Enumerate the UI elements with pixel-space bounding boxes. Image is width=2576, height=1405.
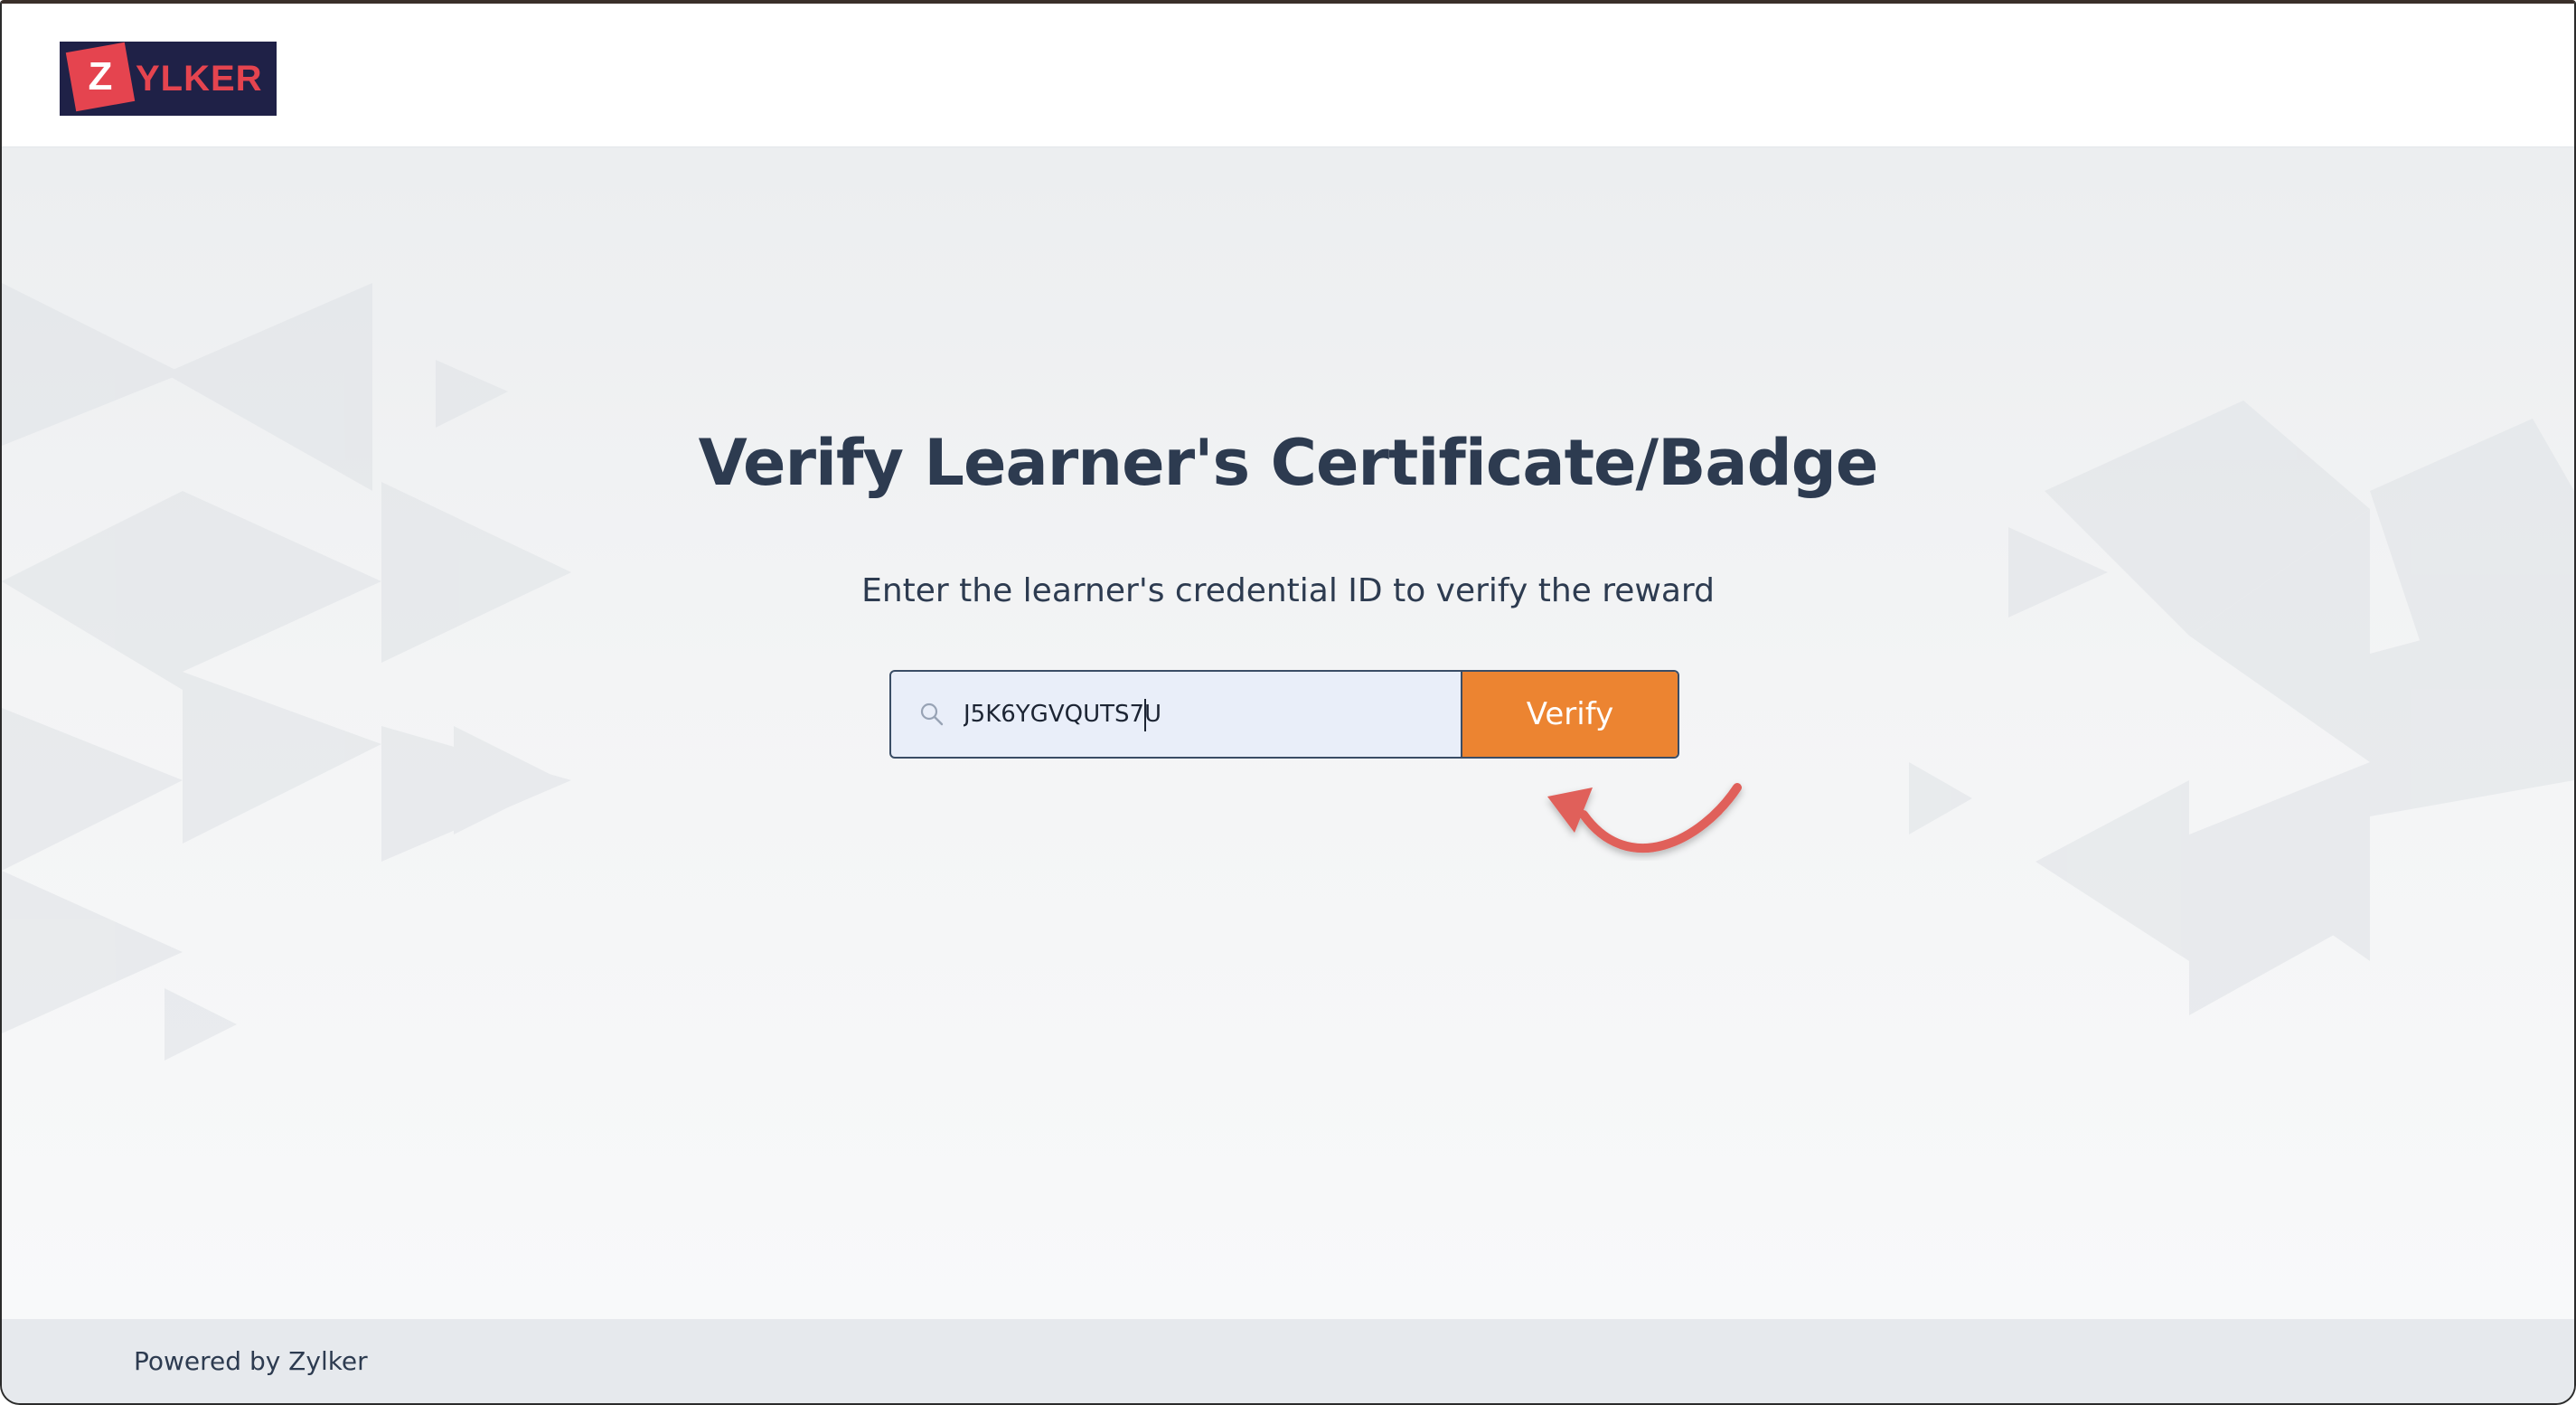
text-cursor bbox=[1144, 699, 1146, 731]
page-footer: Powered by Zylker bbox=[2, 1319, 2574, 1403]
main-content: Verify Learner's Certificate/Badge Enter… bbox=[2, 147, 2574, 1319]
annotation-curved-arrow bbox=[1547, 783, 1742, 853]
verify-button[interactable]: Verify bbox=[1461, 672, 1678, 757]
browser-frame: Z YLKER Verify Learner's Certificate/Bad… bbox=[0, 0, 2576, 1405]
credential-search-box: Verify bbox=[889, 670, 1679, 759]
logo-letter: Z bbox=[88, 54, 113, 99]
search-icon bbox=[920, 702, 944, 726]
logo-wordmark: YLKER bbox=[136, 59, 263, 99]
powered-by-text: Powered by Zylker bbox=[134, 1346, 368, 1376]
zylker-logo[interactable]: Z YLKER bbox=[60, 42, 277, 116]
page-subtitle: Enter the learner's credential ID to ver… bbox=[861, 572, 1715, 609]
credential-id-input[interactable] bbox=[964, 672, 1434, 757]
page-title: Verify Learner's Certificate/Badge bbox=[698, 426, 1879, 500]
top-header: Z YLKER bbox=[2, 4, 2574, 147]
